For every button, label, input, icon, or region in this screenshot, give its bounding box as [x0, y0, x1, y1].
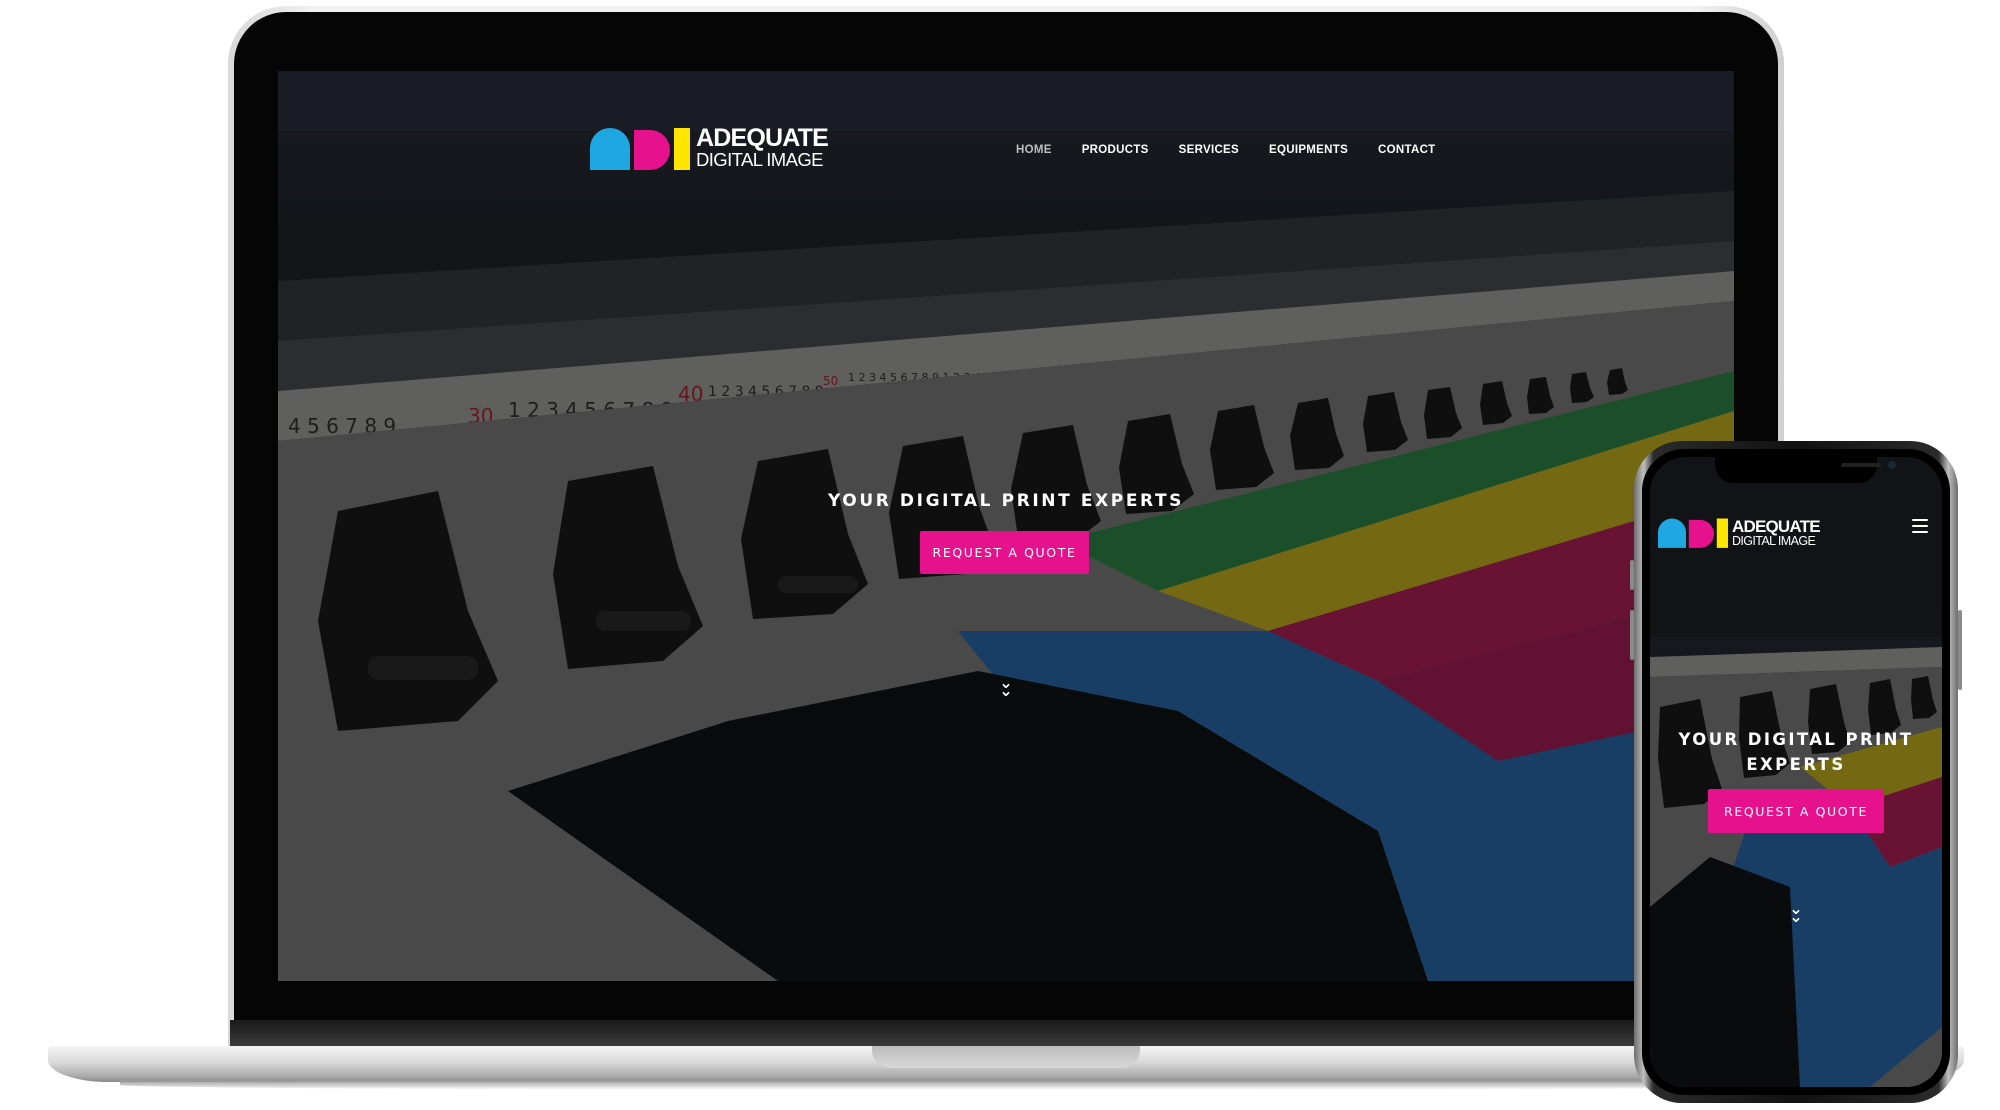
phone-power-button	[1958, 610, 1962, 690]
logo-name: ADEQUATE	[696, 124, 829, 153]
hamburger-menu-icon[interactable]	[1912, 519, 1928, 533]
logo-subtitle: DIGITAL IMAGE	[1732, 533, 1816, 548]
nav-equipments[interactable]: EQUIPMENTS	[1269, 144, 1348, 156]
nav-contact[interactable]: CONTACT	[1378, 144, 1435, 156]
phone-speaker	[1841, 463, 1881, 467]
mobile-hero: YOUR DIGITAL PRINT EXPERTS REQUEST A QUO…	[1650, 607, 1942, 1087]
mobile-request-quote-button[interactable]: REQUEST A QUOTE	[1708, 789, 1884, 833]
request-quote-button[interactable]: REQUEST A QUOTE	[920, 531, 1089, 574]
laptop-notch	[872, 1046, 1140, 1068]
nav-products[interactable]: PRODUCTS	[1082, 144, 1149, 156]
main-nav: HOME PRODUCTS SERVICES EQUIPMENTS CONTAC…	[1016, 144, 1436, 156]
double-chevron-down-icon[interactable]: ⌄ ⌄	[996, 675, 1016, 699]
logo-subtitle: DIGITAL IMAGE	[696, 149, 823, 171]
laptop-base-shadow	[120, 1080, 1892, 1090]
site-logo[interactable]: ADEQUATE DIGITAL IMAGE	[590, 124, 829, 171]
mobile-site-logo[interactable]: ADEQUATE DIGITAL IMAGE	[1658, 516, 1821, 548]
hero-dark-overlay	[1650, 607, 1942, 1087]
logo-mark-icon	[1658, 518, 1728, 548]
nav-home[interactable]: HOME	[1016, 144, 1052, 156]
laptop-hinge	[230, 1020, 1782, 1046]
nav-services[interactable]: SERVICES	[1179, 144, 1239, 156]
logo-mark-icon	[590, 128, 690, 170]
mobile-hero-title: YOUR DIGITAL PRINT EXPERTS	[1678, 730, 1914, 774]
phone-camera	[1888, 461, 1896, 469]
phone-screen: ADEQUATE DIGITAL IMAGE YOUR DIGITAL PRIN…	[1650, 457, 1942, 1087]
phone-notch	[1715, 457, 1896, 483]
double-chevron-down-icon[interactable]: ⌄ ⌄	[1786, 901, 1806, 925]
hero-title: YOUR DIGITAL PRINT EXPERTS	[827, 491, 1185, 511]
hero-dark-overlay	[278, 71, 1734, 981]
laptop-screen: 4 5 6 7 8 9 30 1 2 3 4 5 6 7 8 9 40 1 2 …	[278, 71, 1734, 981]
logo-name: ADEQUATE	[1732, 516, 1821, 536]
